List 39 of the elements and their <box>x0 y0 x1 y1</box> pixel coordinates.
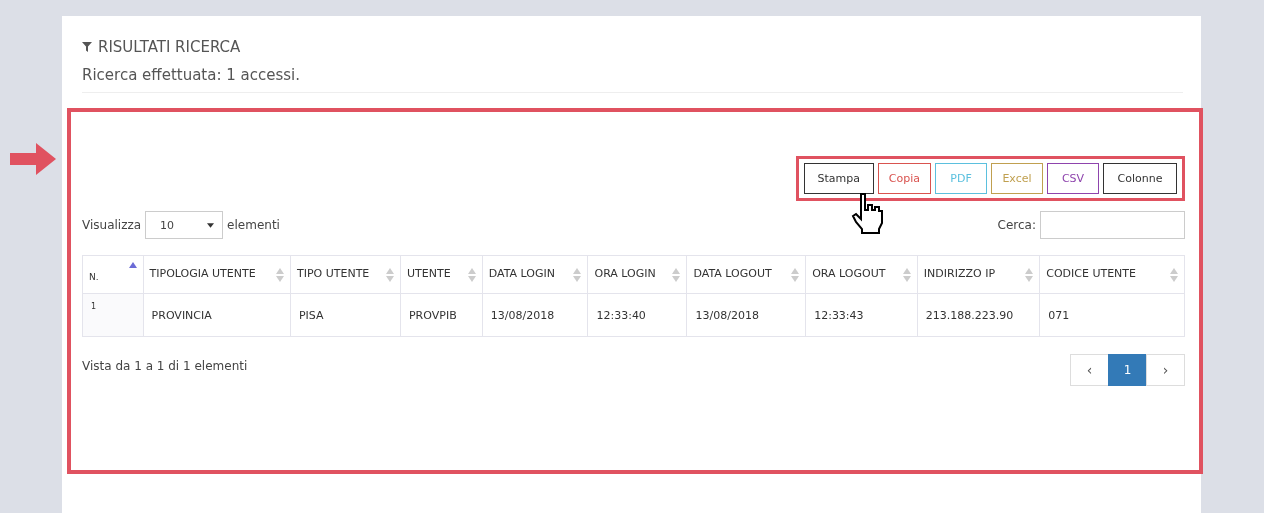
column-header[interactable]: DATA LOGOUT <box>687 255 806 294</box>
column-header[interactable]: ORA LOGIN <box>587 255 687 294</box>
table-cell: PROVINCIA <box>143 293 291 337</box>
table-cell: PISA <box>290 293 401 337</box>
caret-icon <box>207 222 215 228</box>
column-header[interactable]: UTENTE <box>400 255 483 294</box>
table-cell: 071 <box>1039 293 1185 337</box>
page-button[interactable]: ‹ <box>1070 354 1109 386</box>
column-header[interactable]: CODICE UTENTE <box>1039 255 1185 294</box>
panel-title: RISULTATI RICERCA <box>98 38 241 56</box>
column-header[interactable]: ORA LOGOUT <box>805 255 918 294</box>
length-label: elementi <box>227 218 280 232</box>
page-button[interactable]: › <box>1146 354 1185 386</box>
page-button[interactable]: 1 <box>1108 354 1147 386</box>
table-cell: 12:33:43 <box>805 293 918 337</box>
arrow-icon <box>10 143 56 175</box>
search-summary: Ricerca effettuata: 1 accessi. <box>82 66 1183 93</box>
column-header[interactable]: DATA LOGIN <box>482 255 588 294</box>
column-header[interactable]: TIPO UTENTE <box>290 255 401 294</box>
table-cell: 13/08/2018 <box>482 293 588 337</box>
table-cell: 213.188.223.90 <box>917 293 1040 337</box>
export-button[interactable]: Colonne <box>1103 163 1177 194</box>
column-header[interactable]: N. <box>82 255 144 294</box>
page-length-select[interactable]: 10 <box>145 211 224 239</box>
table-info: Vista da 1 a 1 di 1 elementi <box>82 359 248 373</box>
column-header[interactable]: TIPOLOGIA UTENTE <box>143 255 291 294</box>
filter-icon <box>82 42 92 52</box>
length-label: Visualizza <box>82 218 142 232</box>
column-header[interactable]: INDIRIZZO IP <box>917 255 1040 294</box>
table-cell: PROVPIB <box>400 293 483 337</box>
hand-cursor-icon <box>851 192 885 234</box>
table-cell: 12:33:40 <box>587 293 687 337</box>
table-cell: 1 <box>82 293 144 337</box>
export-button[interactable]: Copia <box>877 163 931 194</box>
export-button[interactable]: Stampa <box>803 163 874 194</box>
table-cell: 13/08/2018 <box>687 293 806 337</box>
export-button[interactable]: CSV <box>1047 163 1099 194</box>
search-field[interactable] <box>1040 211 1185 239</box>
search-label: Cerca: <box>997 218 1036 232</box>
